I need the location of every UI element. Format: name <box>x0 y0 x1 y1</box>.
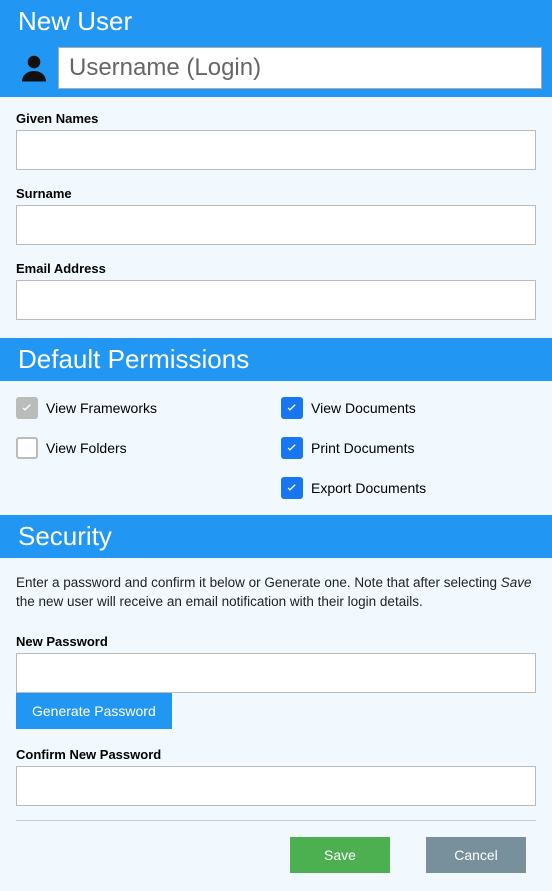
perm-view-frameworks: View Frameworks <box>16 397 271 419</box>
new-password-label: New Password <box>16 634 536 649</box>
perm-label: View Frameworks <box>46 400 157 416</box>
action-buttons: Save Cancel <box>16 837 536 873</box>
perm-view-documents[interactable]: View Documents <box>281 397 536 419</box>
confirm-password-input[interactable] <box>16 766 536 806</box>
permissions-section: View Frameworks View Documents View Fold… <box>0 381 552 515</box>
checkbox-view-folders[interactable] <box>16 437 38 459</box>
security-section: Enter a password and confirm it below or… <box>0 558 552 891</box>
divider <box>16 820 536 821</box>
given-names-input[interactable] <box>16 130 536 170</box>
given-names-label: Given Names <box>16 111 536 126</box>
surname-input[interactable] <box>16 205 536 245</box>
cancel-button[interactable]: Cancel <box>426 837 526 873</box>
perm-label: View Documents <box>311 400 416 416</box>
security-title: Security <box>0 515 552 558</box>
perm-label: Print Documents <box>311 440 414 456</box>
perm-export-documents[interactable]: Export Documents <box>281 477 536 499</box>
username-input[interactable] <box>58 47 542 89</box>
new-password-input[interactable] <box>16 653 536 693</box>
confirm-password-label: Confirm New Password <box>16 747 536 762</box>
perm-view-folders[interactable]: View Folders <box>16 437 271 459</box>
username-row <box>0 43 552 97</box>
permissions-title: Default Permissions <box>0 338 552 381</box>
checkbox-view-documents[interactable] <box>281 397 303 419</box>
email-label: Email Address <box>16 261 536 276</box>
email-input[interactable] <box>16 280 536 320</box>
security-help-text: Enter a password and confirm it below or… <box>16 574 536 612</box>
surname-label: Surname <box>16 186 536 201</box>
save-button[interactable]: Save <box>290 837 390 873</box>
perm-label: Export Documents <box>311 480 426 496</box>
page-title: New User <box>0 0 552 43</box>
checkbox-view-frameworks <box>16 397 38 419</box>
user-fields-section: Given Names Surname Email Address <box>0 97 552 338</box>
perm-print-documents[interactable]: Print Documents <box>281 437 536 459</box>
user-icon <box>10 47 58 89</box>
perm-label: View Folders <box>46 440 127 456</box>
generate-password-button[interactable]: Generate Password <box>16 693 172 729</box>
checkbox-export-documents[interactable] <box>281 477 303 499</box>
checkbox-print-documents[interactable] <box>281 437 303 459</box>
